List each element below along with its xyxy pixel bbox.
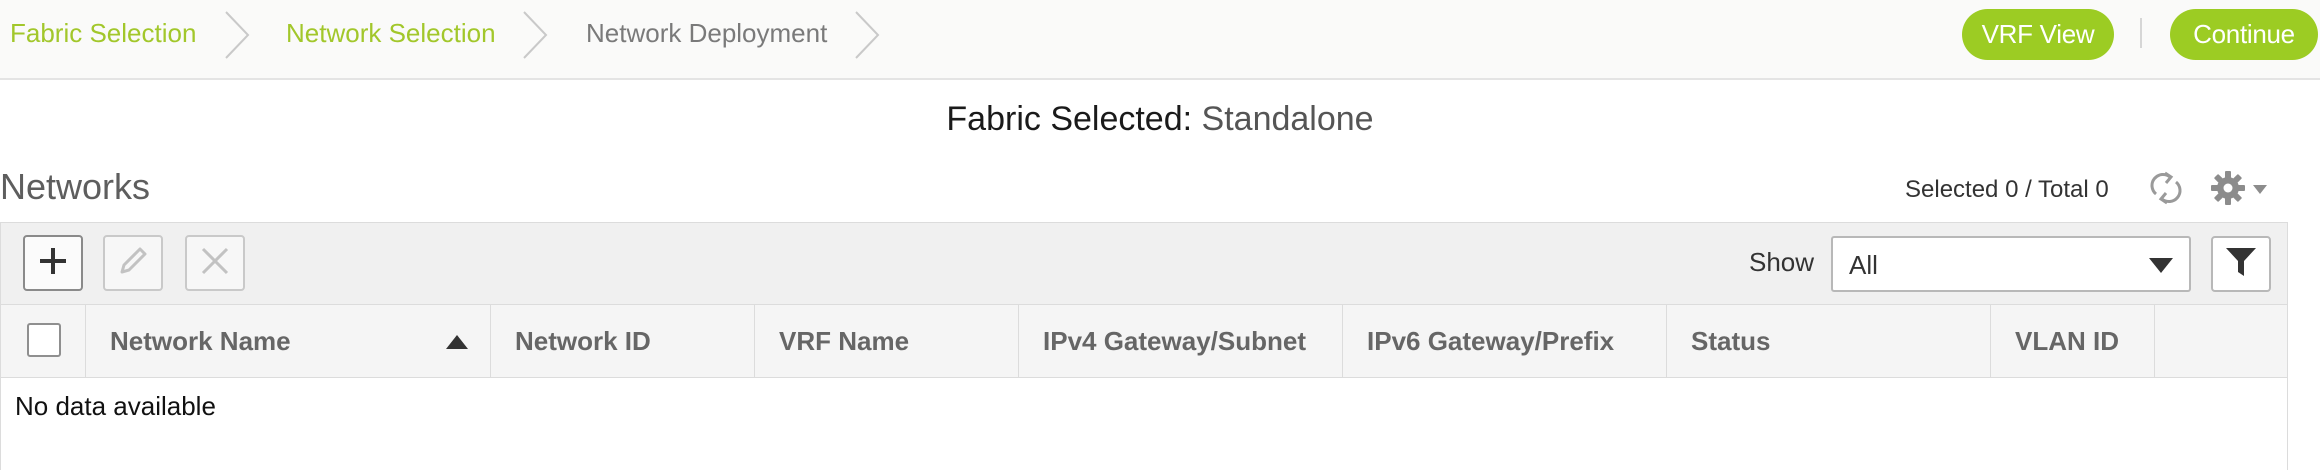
column-header-spacer: [2155, 305, 2287, 377]
wizard-step-fabric-selection[interactable]: Fabric Selection: [10, 0, 196, 66]
fabric-selected-value: Standalone: [1201, 100, 1374, 138]
edit-network-button[interactable]: [103, 235, 163, 291]
column-header-ipv6-gateway-prefix[interactable]: IPv6 Gateway/Prefix: [1343, 305, 1667, 377]
show-filter-select[interactable]: All: [1831, 236, 2191, 292]
select-all-checkbox[interactable]: [27, 323, 61, 357]
chevron-right-icon: [520, 10, 550, 60]
sort-ascending-icon: [446, 335, 468, 349]
column-header-label: Network Name: [110, 326, 291, 356]
select-all-cell: [1, 305, 86, 377]
column-header-network-id[interactable]: Network ID: [491, 305, 755, 377]
show-filter-value: All: [1849, 250, 1878, 280]
gear-icon[interactable]: [2208, 168, 2248, 208]
toolbar-divider: [2140, 18, 2142, 48]
empty-table-message: No data available: [15, 391, 216, 421]
fabric-selected-label: Fabric Selected:: [946, 100, 1193, 138]
table-header: Network Name Network ID VRF Name IPv4 Ga…: [0, 305, 2288, 378]
column-header-status[interactable]: Status: [1667, 305, 1991, 377]
vrf-view-button[interactable]: VRF View: [1962, 9, 2114, 60]
wizard-bar: Fabric Selection Network Selection Netwo…: [0, 0, 2320, 80]
column-header-ipv4-gateway-subnet[interactable]: IPv4 Gateway/Subnet: [1019, 305, 1343, 377]
chevron-right-icon: [222, 10, 252, 60]
pencil-icon: [116, 244, 150, 283]
fabric-selected-line: Fabric Selected: Standalone: [0, 100, 2320, 139]
continue-button[interactable]: Continue: [2170, 9, 2318, 60]
filter-button[interactable]: [2211, 236, 2271, 292]
x-icon: [200, 246, 230, 281]
funnel-icon: [2225, 246, 2257, 283]
chevron-down-icon: [2149, 258, 2173, 274]
plus-icon: [38, 246, 68, 281]
selection-count: Selected 0 / Total 0: [1905, 176, 2109, 203]
page-title: Networks: [0, 166, 151, 207]
add-network-button[interactable]: [23, 235, 83, 291]
delete-network-button[interactable]: [185, 235, 245, 291]
refresh-icon[interactable]: [2148, 170, 2184, 206]
settings-dropdown-caret-icon[interactable]: [2253, 182, 2267, 194]
column-header-vrf-name[interactable]: VRF Name: [755, 305, 1019, 377]
table-body: No data available: [0, 378, 2288, 470]
wizard-step-network-selection[interactable]: Network Selection: [286, 0, 496, 66]
column-header-vlan-id[interactable]: VLAN ID: [1991, 305, 2155, 377]
chevron-right-icon: [852, 10, 882, 60]
wizard-step-network-deployment: Network Deployment: [586, 18, 828, 48]
table-toolbar: Show All: [0, 222, 2288, 305]
show-filter-label: Show: [1749, 247, 1815, 277]
column-header-network-name[interactable]: Network Name: [86, 305, 491, 377]
